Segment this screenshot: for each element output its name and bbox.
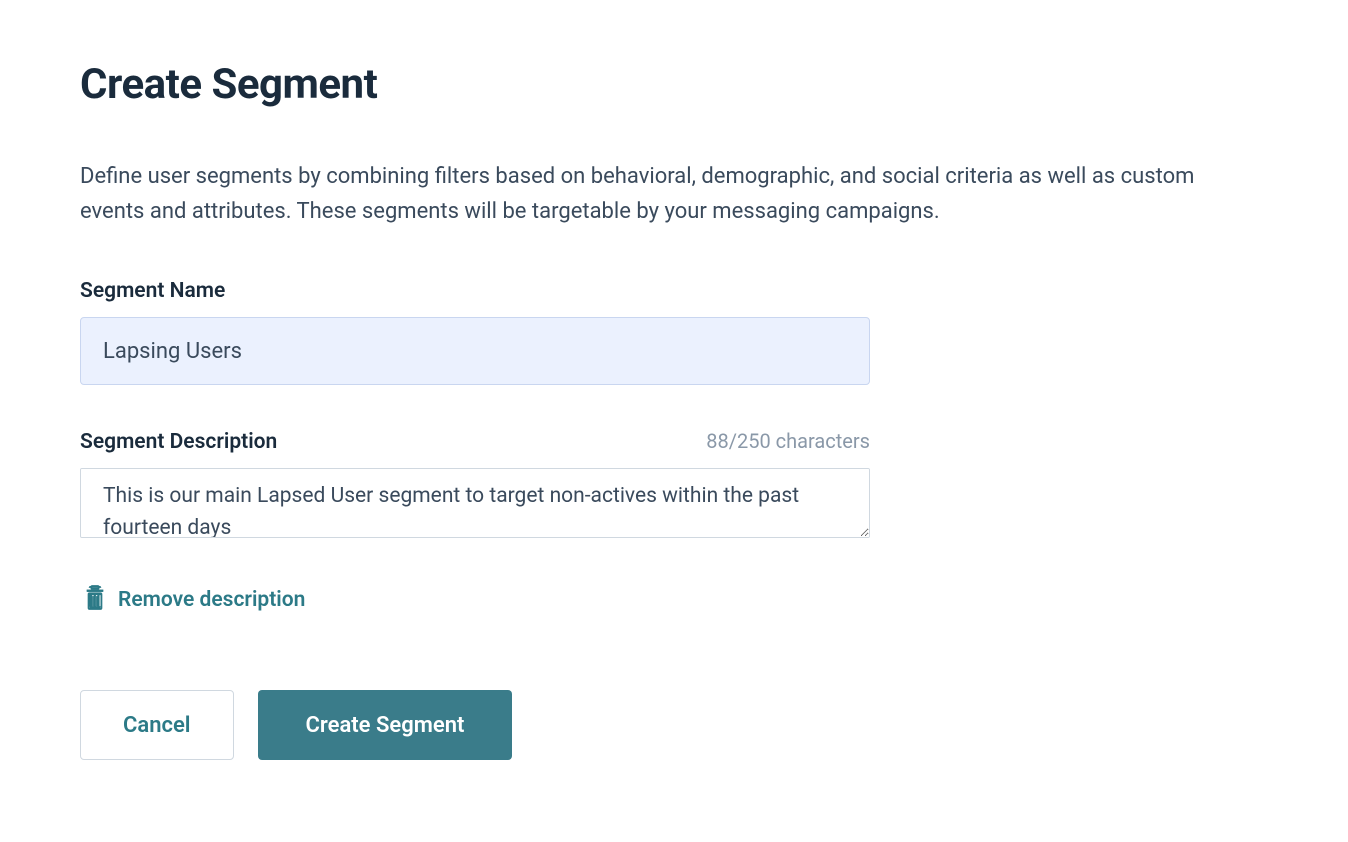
action-button-row: Cancel Create Segment — [80, 690, 870, 760]
segment-description-label: Segment Description — [80, 430, 277, 454]
trash-icon — [84, 584, 106, 616]
intro-text: Define user segments by combining filter… — [80, 159, 1260, 229]
segment-name-group: Segment Name — [80, 279, 870, 385]
create-segment-button[interactable]: Create Segment — [258, 690, 513, 760]
cancel-button[interactable]: Cancel — [80, 690, 234, 760]
remove-description-label: Remove description — [118, 588, 305, 612]
segment-description-input[interactable] — [80, 468, 870, 538]
segment-name-label: Segment Name — [80, 279, 870, 303]
page-title: Create Segment — [80, 60, 1268, 109]
remove-description-button[interactable]: Remove description — [80, 580, 309, 620]
character-count: 88/250 characters — [706, 429, 870, 453]
segment-description-group: Segment Description 88/250 characters — [80, 429, 870, 542]
segment-name-input[interactable] — [80, 317, 870, 385]
